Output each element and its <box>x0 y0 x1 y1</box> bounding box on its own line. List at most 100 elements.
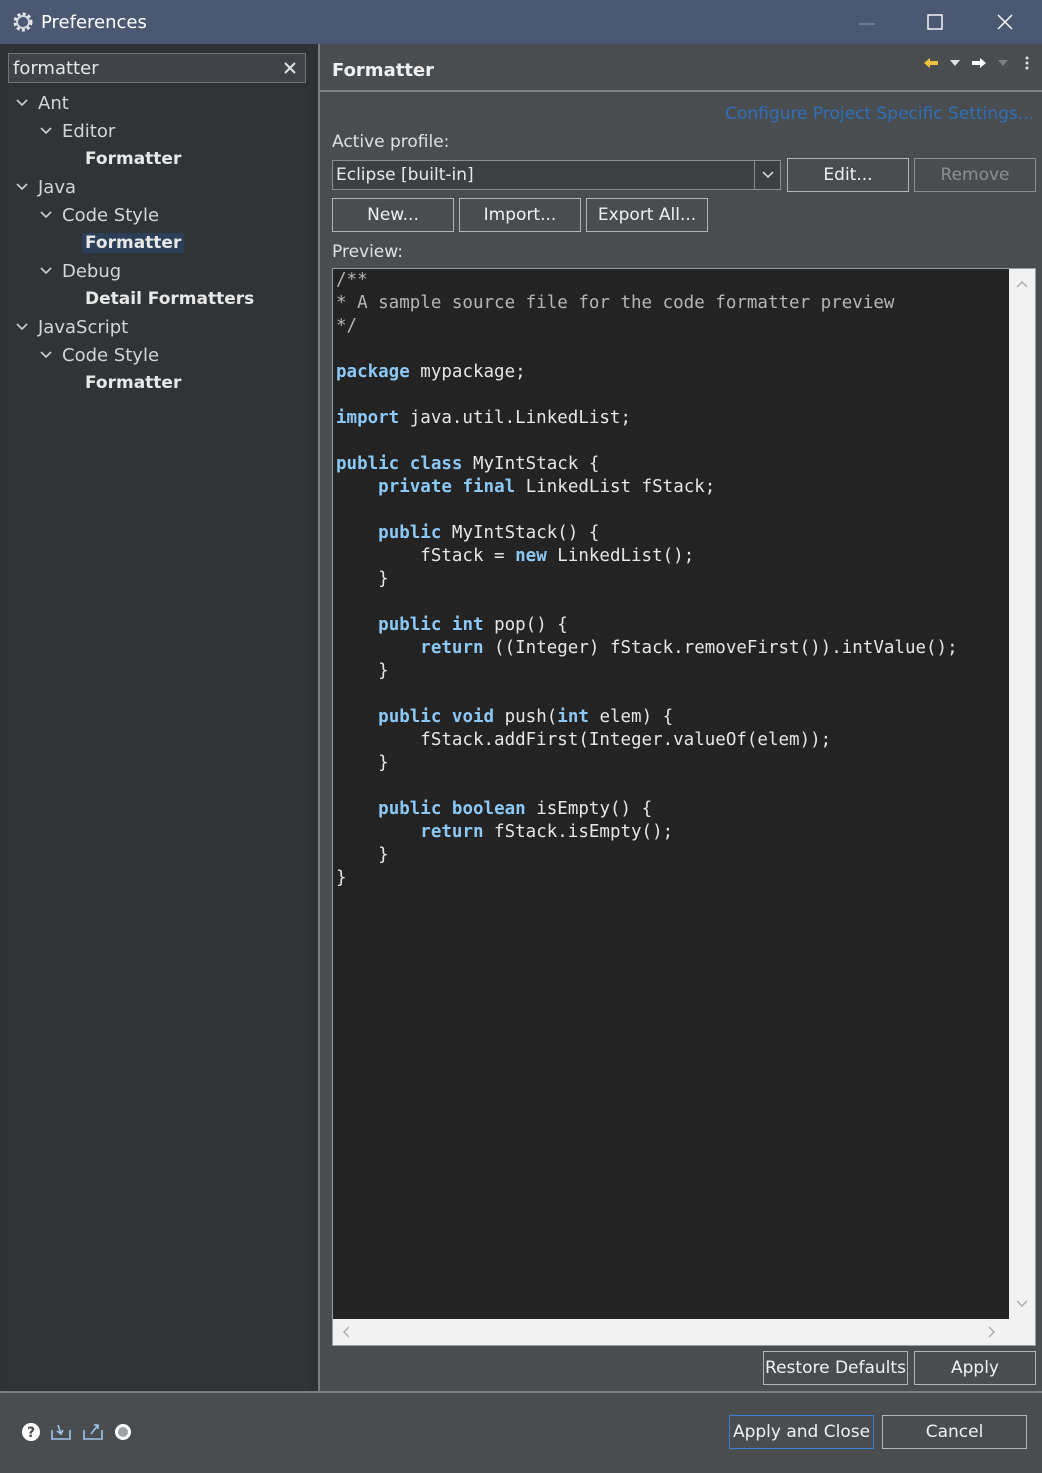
code-line: */ <box>336 316 358 336</box>
forward-arrow-icon[interactable] <box>970 54 988 72</box>
view-menu-icon[interactable] <box>1018 54 1036 72</box>
tree-item-label: JavaScript <box>38 316 129 338</box>
preference-page: Formatter Configure Project Specific Set… <box>320 44 1042 1391</box>
code-line: * A sample source file for the code form… <box>336 293 895 313</box>
remove-button[interactable]: Remove <box>914 158 1036 192</box>
tree-item-label: Java <box>38 176 77 198</box>
tree-item-label: Debug <box>62 260 122 282</box>
chevron-down-icon[interactable] <box>38 347 54 363</box>
chevron-down-icon[interactable] <box>14 95 30 111</box>
preview-label: Preview: <box>332 242 403 262</box>
tree-item-ant-formatter[interactable]: Formatter <box>85 146 181 172</box>
close-button[interactable] <box>970 0 1040 44</box>
gear-icon <box>11 10 35 34</box>
chevron-down-icon[interactable] <box>14 319 30 335</box>
code-line: } <box>336 661 389 681</box>
code-line: public int pop() { <box>378 615 568 635</box>
restore-defaults-button[interactable]: Restore Defaults <box>763 1351 908 1385</box>
back-arrow-icon[interactable] <box>922 54 940 72</box>
code-preview[interactable]: /** * A sample source file for the code f… <box>332 268 1036 1346</box>
tree-item-js-formatter[interactable]: Formatter <box>85 370 181 396</box>
code-line: /** <box>336 270 368 290</box>
code-line: fStack.addFirst(Integer.valueOf(elem)); <box>336 730 832 750</box>
tree-item-java[interactable]: Java <box>14 174 76 200</box>
vertical-scrollbar[interactable] <box>1009 269 1035 1319</box>
chevron-down-icon[interactable] <box>754 161 780 189</box>
chevron-down-icon[interactable] <box>946 54 964 72</box>
chevron-down-icon[interactable] <box>994 54 1012 72</box>
cancel-button[interactable]: Cancel <box>882 1415 1027 1449</box>
svg-text:?: ? <box>27 1425 35 1441</box>
tree-item-label: Formatter <box>85 149 182 169</box>
code-text: /** * A sample source file for the code f… <box>336 269 958 890</box>
edit-button[interactable]: Edit... <box>787 158 909 192</box>
code-line: public void push(int elem) { <box>378 707 674 727</box>
left-panel: Ant Editor Formatter Java Code Style For… <box>0 44 318 1391</box>
clear-icon[interactable] <box>279 57 301 79</box>
tree-item-label: Formatter <box>85 373 182 393</box>
export-all-button[interactable]: Export All... <box>586 198 708 232</box>
tree-item-java-formatter[interactable]: Formatter <box>82 230 185 256</box>
tree-item-debug[interactable]: Debug <box>38 258 121 284</box>
code-line: public class MyIntStack { <box>336 454 600 474</box>
chevron-down-icon[interactable] <box>38 263 54 279</box>
filter-box <box>8 53 306 83</box>
code-line: public boolean isEmpty() { <box>378 799 653 819</box>
code-line: public MyIntStack() { <box>378 523 600 543</box>
page-header: Formatter <box>320 44 1042 92</box>
preference-tree: Ant Editor Formatter Java Code Style For… <box>8 88 308 1391</box>
tree-item-java-code-style[interactable]: Code Style <box>38 202 159 228</box>
active-profile-label: Active profile: <box>332 132 450 152</box>
configure-project-link[interactable]: Configure Project Specific Settings... <box>725 104 1034 124</box>
horizontal-scrollbar[interactable] <box>333 1319 1035 1345</box>
tree-item-label: Code Style <box>62 204 160 226</box>
chevron-down-icon[interactable] <box>38 123 54 139</box>
code-line: fStack = new LinkedList(); <box>336 546 695 566</box>
tree-item-js-code-style[interactable]: Code Style <box>38 342 159 368</box>
chevron-down-icon[interactable] <box>38 207 54 223</box>
profile-value: Eclipse [built-in] <box>336 165 474 185</box>
window-title: Preferences <box>41 12 147 33</box>
code-line: return fStack.isEmpty(); <box>420 822 674 842</box>
filter-input[interactable] <box>13 56 275 80</box>
page-nav <box>922 54 1036 72</box>
code-line: } <box>336 868 347 888</box>
import-icon[interactable] <box>50 1421 72 1443</box>
tree-item-label: Ant <box>38 92 69 114</box>
tree-item-editor[interactable]: Editor <box>38 118 115 144</box>
tree-item-label: Formatter <box>82 233 185 253</box>
minimize-button[interactable] <box>832 0 902 44</box>
page-title: Formatter <box>332 60 435 81</box>
code-line: } <box>336 569 389 589</box>
bottom-bar: ? Apply and Close Cancel <box>0 1393 1042 1473</box>
chevron-down-icon[interactable] <box>14 179 30 195</box>
code-line: import java.util.LinkedList; <box>336 408 632 428</box>
help-icon[interactable]: ? <box>20 1421 42 1443</box>
code-line: package mypackage; <box>336 362 526 382</box>
code-line: private final LinkedList fStack; <box>378 477 716 497</box>
tree-item-label: Editor <box>62 120 116 142</box>
profile-combo[interactable]: Eclipse [built-in] <box>332 160 781 190</box>
tree-item-ant[interactable]: Ant <box>14 90 69 116</box>
maximize-button[interactable] <box>900 0 970 44</box>
export-icon[interactable] <box>82 1421 104 1443</box>
code-line: } <box>336 753 389 773</box>
apply-and-close-button[interactable]: Apply and Close <box>729 1415 874 1449</box>
record-icon[interactable] <box>112 1421 134 1443</box>
tree-item-label: Detail Formatters <box>85 289 255 309</box>
tree-item-javascript[interactable]: JavaScript <box>14 314 128 340</box>
code-line: return ((Integer) fStack.removeFirst()).… <box>420 638 958 658</box>
new-button[interactable]: New... <box>332 198 454 232</box>
tree-item-detail-formatters[interactable]: Detail Formatters <box>85 286 254 312</box>
code-line: } <box>336 845 389 865</box>
import-button[interactable]: Import... <box>459 198 581 232</box>
tree-item-label: Code Style <box>62 344 160 366</box>
apply-button[interactable]: Apply <box>914 1351 1036 1385</box>
